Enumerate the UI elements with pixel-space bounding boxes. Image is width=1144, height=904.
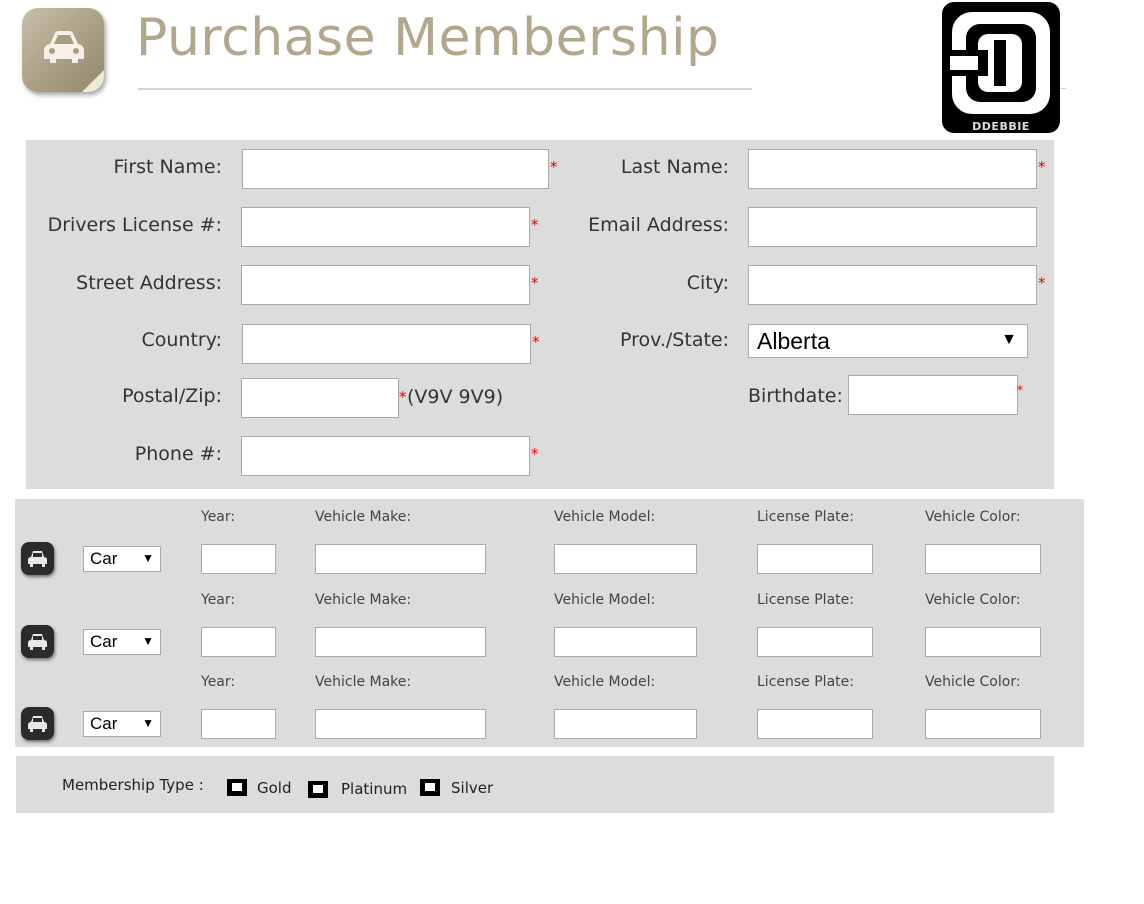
dropdown-arrow-icon: ▼	[142, 551, 154, 565]
vehicle-type-select[interactable]: Car ▼	[83, 711, 161, 737]
vehicle-type-select[interactable]: Car ▼	[83, 546, 161, 572]
vehicle-make-input[interactable]	[315, 627, 486, 657]
make-column-label: Vehicle Make:	[315, 674, 412, 690]
membership-type-label: Membership Type :	[62, 776, 204, 794]
personal-info-panel	[26, 140, 1054, 489]
app-car-icon	[22, 8, 104, 92]
ddebbie-logo: DDEBBIE	[942, 2, 1060, 133]
province-select[interactable]: Alberta ▼	[748, 324, 1028, 358]
plate-column-label: License Plate:	[757, 509, 854, 525]
phone-input[interactable]	[241, 436, 530, 476]
vehicle-year-input[interactable]	[201, 709, 276, 739]
postal-label: Postal/Zip:	[122, 385, 222, 407]
email-input[interactable]	[748, 207, 1037, 247]
model-column-label: Vehicle Model:	[554, 674, 656, 690]
vehicle-model-input[interactable]	[554, 709, 697, 739]
drivers-license-label: Drivers License #:	[47, 214, 222, 236]
gold-checkbox[interactable]	[227, 779, 247, 796]
first-name-input[interactable]	[242, 149, 549, 189]
country-required: *	[532, 333, 540, 351]
country-label: Country:	[141, 329, 223, 351]
city-required: *	[1038, 274, 1046, 292]
vehicle-color-input[interactable]	[925, 627, 1041, 657]
logo-text: DDEBBIE	[972, 120, 1030, 133]
plate-column-label: License Plate:	[757, 674, 854, 690]
phone-label: Phone #:	[134, 443, 222, 465]
year-column-label: Year:	[201, 674, 236, 690]
vehicle-make-input[interactable]	[315, 709, 486, 739]
platinum-checkbox[interactable]	[308, 781, 328, 798]
dropdown-arrow-icon: ▼	[1001, 331, 1017, 348]
vehicle-model-input[interactable]	[554, 627, 697, 657]
car-icon	[21, 707, 54, 740]
drivers-license-required: *	[531, 216, 539, 234]
silver-checkbox[interactable]	[420, 779, 440, 796]
vehicle-model-input[interactable]	[554, 544, 697, 574]
drivers-license-input[interactable]	[241, 207, 530, 247]
color-column-label: Vehicle Color:	[925, 509, 1021, 525]
street-address-label: Street Address:	[76, 272, 222, 294]
year-column-label: Year:	[201, 509, 236, 525]
color-column-label: Vehicle Color:	[925, 674, 1021, 690]
make-column-label: Vehicle Make:	[315, 509, 412, 525]
license-plate-input[interactable]	[757, 544, 873, 574]
postal-input[interactable]	[241, 378, 399, 418]
license-plate-input[interactable]	[757, 627, 873, 657]
vehicle-type-value: Car	[90, 549, 118, 568]
dropdown-arrow-icon: ▼	[142, 716, 154, 730]
last-name-input[interactable]	[748, 149, 1037, 189]
last-name-label: Last Name:	[620, 156, 729, 178]
country-input[interactable]	[242, 324, 531, 364]
province-selected-value: Alberta	[757, 328, 830, 354]
gold-option-label: Gold	[257, 779, 292, 797]
phone-required: *	[531, 445, 539, 463]
color-column-label: Vehicle Color:	[925, 592, 1021, 608]
license-plate-input[interactable]	[757, 709, 873, 739]
silver-option-label: Silver	[451, 779, 494, 797]
plate-column-label: License Plate:	[757, 592, 854, 608]
vehicle-color-input[interactable]	[925, 709, 1041, 739]
province-label: Prov./State:	[619, 329, 729, 351]
dropdown-arrow-icon: ▼	[142, 634, 154, 648]
postal-format-hint: (V9V 9V9)	[407, 386, 504, 408]
year-column-label: Year:	[201, 592, 236, 608]
vehicle-type-value: Car	[90, 632, 118, 651]
vehicle-color-input[interactable]	[925, 544, 1041, 574]
first-name-required: *	[550, 158, 558, 176]
vehicle-year-input[interactable]	[201, 627, 276, 657]
model-column-label: Vehicle Model:	[554, 509, 656, 525]
street-address-input[interactable]	[241, 265, 530, 305]
platinum-option-label: Platinum	[341, 780, 408, 798]
last-name-required: *	[1038, 158, 1046, 176]
page-title: Purchase Membership	[136, 8, 720, 68]
city-label: City:	[686, 272, 729, 294]
car-icon	[21, 625, 54, 658]
vehicle-make-input[interactable]	[315, 544, 486, 574]
title-divider	[138, 88, 752, 90]
street-address-required: *	[531, 274, 539, 292]
email-label: Email Address:	[588, 214, 729, 236]
first-name-label: First Name:	[113, 156, 222, 178]
birthdate-label: Birthdate:	[748, 385, 843, 407]
postal-required: *	[399, 388, 407, 406]
vehicles-panel	[15, 499, 1084, 747]
vehicle-type-value: Car	[90, 714, 118, 733]
birthdate-required: *	[1017, 383, 1023, 397]
city-input[interactable]	[748, 265, 1037, 305]
make-column-label: Vehicle Make:	[315, 592, 412, 608]
vehicle-type-select[interactable]: Car ▼	[83, 629, 161, 655]
birthdate-input[interactable]	[848, 375, 1018, 415]
vehicle-year-input[interactable]	[201, 544, 276, 574]
model-column-label: Vehicle Model:	[554, 592, 656, 608]
car-icon	[21, 542, 54, 575]
